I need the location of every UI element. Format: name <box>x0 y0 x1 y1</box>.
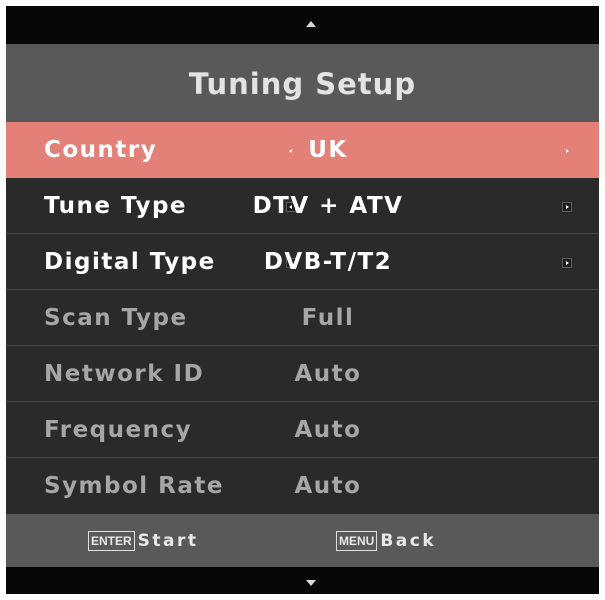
row-value: Auto <box>294 473 362 499</box>
row-frequency: Frequency Auto <box>6 402 599 458</box>
arrow-right-icon[interactable] <box>562 146 572 156</box>
row-label: Digital Type <box>44 249 216 275</box>
row-symbol-rate: Symbol Rate Auto <box>6 458 599 514</box>
arrow-right-icon[interactable] <box>562 202 572 212</box>
row-digital-type[interactable]: Digital Type DVB-T/T2 <box>6 234 599 290</box>
row-label: Scan Type <box>44 305 188 331</box>
row-label: Frequency <box>44 417 193 443</box>
row-value: Auto <box>294 361 362 387</box>
enter-start-hint[interactable]: ENTER Start <box>88 514 199 567</box>
row-country[interactable]: Country UK <box>6 122 599 178</box>
enter-key-icon: ENTER <box>88 530 135 551</box>
menu-title: Tuning Setup <box>6 44 599 122</box>
footer-hints: ENTER Start MENU Back <box>6 514 599 567</box>
row-value: Auto <box>294 417 362 443</box>
row-tune-type[interactable]: Tune Type DTV + ATV <box>6 178 599 234</box>
tuning-setup-osd: Tuning Setup Country UK Tune Type DTV + … <box>6 6 599 594</box>
menu-back-hint[interactable]: MENU Back <box>336 514 436 567</box>
start-label: Start <box>137 530 199 551</box>
scroll-up-strip <box>6 6 599 44</box>
row-network-id: Network ID Auto <box>6 346 599 402</box>
menu-key-icon: MENU <box>336 530 378 551</box>
arrow-right-icon[interactable] <box>562 258 572 268</box>
settings-list: Country UK Tune Type DTV + ATV Digital T… <box>6 122 599 514</box>
row-label: Tune Type <box>44 193 188 219</box>
row-label: Network ID <box>44 361 205 387</box>
scroll-down-strip <box>6 567 599 594</box>
row-value: Full <box>301 305 355 331</box>
scroll-up-icon[interactable] <box>306 21 316 27</box>
row-value: DVB-T/T2 <box>263 249 393 275</box>
scroll-down-icon[interactable] <box>306 580 316 586</box>
row-scan-type: Scan Type Full <box>6 290 599 346</box>
row-label: Country <box>44 137 158 163</box>
row-value: DTV + ATV <box>252 193 404 219</box>
row-value: UK <box>308 137 348 163</box>
back-label: Back <box>380 530 437 551</box>
row-label: Symbol Rate <box>44 473 225 499</box>
